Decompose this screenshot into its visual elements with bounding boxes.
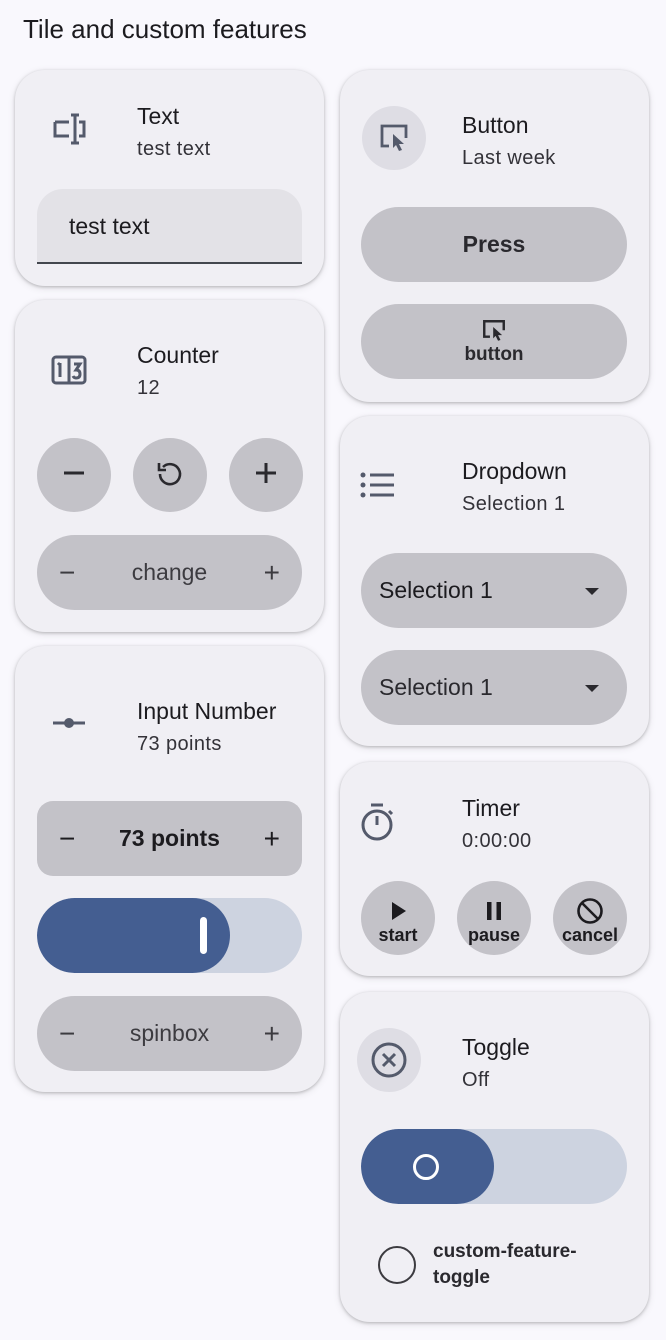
tile-title: Button — [462, 112, 529, 138]
stepper-value: 73 points — [119, 825, 220, 851]
tile-state: Off — [462, 1069, 490, 1091]
counter-tile: Counter 12 − change + — [15, 300, 324, 632]
tile-state: 73 points — [137, 733, 222, 755]
counter-stepper: − change + — [37, 535, 302, 610]
dropdown-tile: Dropdown Selection 1 Selection 1 Selecti… — [340, 416, 649, 746]
stepper-label: spinbox — [129, 1020, 210, 1046]
chevron-down-icon — [585, 684, 599, 692]
list-icon — [345, 453, 409, 517]
stepper-minus-button[interactable]: − — [59, 535, 75, 610]
increment-button[interactable] — [229, 438, 303, 512]
pause-button[interactable]: pause — [457, 881, 531, 955]
cancel-icon — [576, 897, 604, 925]
touch-icon[interactable] — [362, 106, 426, 170]
text-tile-header[interactable]: Text test text — [37, 70, 314, 170]
stepper-plus-button[interactable]: + — [264, 535, 280, 610]
tile-title: Text — [137, 103, 180, 129]
custom-feature-toggle[interactable]: custom-feature-toggle — [361, 1226, 627, 1306]
icon-button-label: button — [464, 343, 524, 365]
stepper-plus-button[interactable]: + — [264, 801, 280, 876]
reset-button[interactable] — [133, 438, 207, 512]
toggle-tile-header[interactable]: Toggle Off — [357, 992, 639, 1092]
stepper-plus-button[interactable]: + — [264, 996, 280, 1071]
tile-state: 0:00:00 — [462, 830, 532, 852]
timer-icon — [345, 790, 409, 854]
number-slider[interactable] — [37, 898, 302, 973]
tile-title: Dropdown — [462, 458, 567, 484]
chevron-down-icon — [585, 587, 599, 595]
icon-button[interactable]: button — [361, 304, 627, 379]
press-button[interactable]: Press — [361, 207, 627, 282]
dropdown-select-value: Selection 1 — [379, 577, 493, 603]
custom-feature-label: custom-feature-toggle — [433, 1241, 577, 1288]
toggle-tile: Toggle Off custom-feature-toggle — [340, 992, 649, 1322]
tile-title: Counter — [137, 342, 219, 368]
press-button-label: Press — [462, 231, 526, 257]
pause-label: pause — [467, 924, 521, 945]
number-stepper: − 73 points + — [37, 801, 302, 876]
button-tile: Button Last week Press button — [340, 70, 649, 402]
text-input-value: test text — [69, 213, 150, 239]
text-input[interactable]: test text — [37, 189, 302, 264]
touch-icon — [479, 318, 509, 344]
stepper-label: change — [131, 559, 208, 585]
tile-state: 12 — [137, 377, 161, 399]
reset-icon — [155, 458, 185, 493]
dropdown-select[interactable]: Selection 1 — [361, 553, 627, 628]
toggle-switch[interactable] — [361, 1129, 627, 1204]
tile-title: Toggle — [462, 1034, 530, 1060]
cancel-label: cancel — [561, 924, 619, 945]
stepper-minus-button[interactable]: − — [59, 801, 75, 876]
tile-title: Timer — [462, 795, 520, 821]
pause-icon — [482, 899, 506, 925]
radio-off-icon — [378, 1246, 416, 1284]
plus-icon — [253, 460, 279, 491]
close-circle-icon[interactable] — [357, 1028, 421, 1092]
slider-icon — [37, 691, 101, 755]
tile-state: Selection 1 — [462, 493, 566, 515]
start-button[interactable]: start — [361, 881, 435, 955]
tile-state: Last week — [462, 147, 556, 169]
button-tile-header[interactable]: Button Last week — [362, 70, 639, 170]
text-tile: Text test text test text — [15, 70, 324, 286]
text-field-icon — [37, 97, 101, 161]
decrement-button[interactable] — [37, 438, 111, 512]
page-heading: Tile and custom features — [23, 14, 307, 44]
slider-handle[interactable] — [200, 917, 207, 954]
cancel-button[interactable]: cancel — [553, 881, 627, 955]
start-label: start — [378, 924, 418, 945]
tile-title: Input Number — [137, 698, 277, 724]
dropdown-select-value: Selection 1 — [379, 674, 493, 700]
toggle-knob-icon — [413, 1154, 439, 1180]
tile-state: test text — [137, 138, 211, 160]
counter-icon — [37, 338, 101, 402]
input-number-tile: Input Number 73 points − 73 points + − s… — [15, 646, 324, 1092]
dropdown-tile-header[interactable]: Dropdown Selection 1 — [360, 416, 639, 516]
timer-tile-header[interactable]: Timer 0:00:00 — [361, 762, 639, 862]
play-icon — [386, 899, 410, 925]
input-number-tile-header[interactable]: Input Number 73 points — [37, 646, 314, 755]
dropdown-select-secondary[interactable]: Selection 1 — [361, 650, 627, 725]
counter-tile-header[interactable]: Counter 12 — [37, 300, 314, 400]
minus-icon — [61, 460, 87, 491]
timer-tile: Timer 0:00:00 start pause cancel — [340, 762, 649, 976]
stepper-minus-button[interactable]: − — [59, 996, 75, 1071]
spinbox-stepper: − spinbox + — [37, 996, 302, 1071]
